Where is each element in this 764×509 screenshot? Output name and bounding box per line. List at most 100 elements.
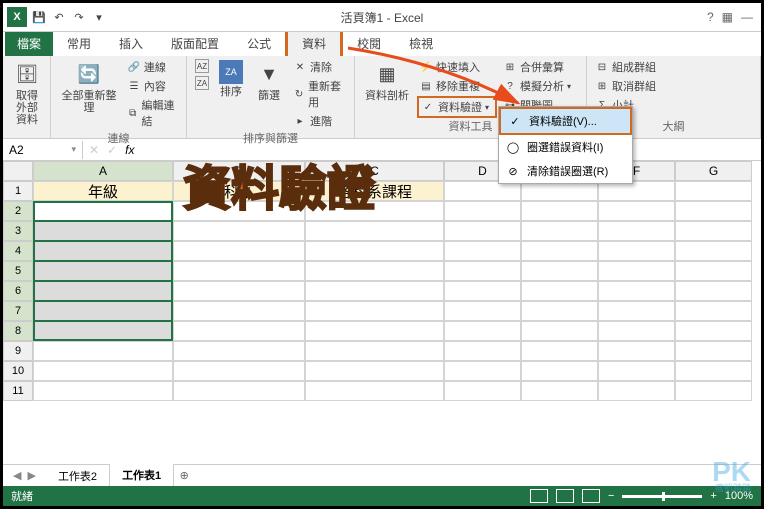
col-header-A[interactable]: A — [33, 161, 173, 181]
cell[interactable] — [305, 241, 444, 261]
col-header-C[interactable]: C — [305, 161, 444, 181]
cell[interactable] — [521, 301, 598, 321]
clear-filter-button[interactable]: ✕清除 — [291, 58, 348, 76]
remove-duplicates-button[interactable]: ▤移除重複 — [417, 77, 497, 95]
connections-button[interactable]: 🔗連線 — [125, 58, 180, 76]
row-header[interactable]: 9 — [3, 341, 33, 361]
sheet-tab[interactable]: 工作表2 — [46, 465, 110, 487]
cell[interactable] — [598, 361, 675, 381]
filter-button[interactable]: ▼ 篩選 — [251, 58, 287, 130]
cell[interactable] — [33, 221, 173, 241]
cell[interactable] — [305, 361, 444, 381]
cell[interactable] — [444, 281, 521, 301]
sheet-tab[interactable]: 工作表1 — [110, 464, 174, 488]
redo-icon[interactable]: ↷ — [71, 9, 87, 25]
cell[interactable] — [444, 201, 521, 221]
sheet-nav[interactable]: ◀▶ — [3, 469, 46, 482]
cell[interactable] — [444, 301, 521, 321]
cell[interactable]: 年級 — [33, 181, 173, 201]
cell[interactable] — [598, 201, 675, 221]
cell[interactable] — [521, 361, 598, 381]
cell[interactable] — [598, 241, 675, 261]
tab-insert[interactable]: 插入 — [105, 31, 157, 56]
ungroup-button[interactable]: ⊞取消群組 — [593, 77, 683, 95]
cell[interactable] — [305, 301, 444, 321]
properties-button[interactable]: ☰內容 — [125, 77, 180, 95]
cell[interactable] — [675, 341, 752, 361]
select-all-corner[interactable] — [3, 161, 33, 181]
cell[interactable] — [444, 361, 521, 381]
data-validation-button[interactable]: ✓資料驗證▾ — [417, 96, 497, 118]
cell[interactable] — [675, 261, 752, 281]
cell[interactable] — [675, 301, 752, 321]
cell[interactable] — [598, 181, 675, 201]
cell[interactable] — [173, 281, 305, 301]
flash-fill-button[interactable]: ⚡快速填入 — [417, 58, 497, 76]
ribbon-options-icon[interactable]: ▦ — [722, 10, 733, 24]
cell[interactable] — [173, 241, 305, 261]
cell[interactable] — [305, 341, 444, 361]
dropdown-item-circle-invalid[interactable]: ◯ 圈選錯誤資料(I) — [499, 135, 632, 159]
tab-home[interactable]: 常用 — [53, 31, 105, 56]
edit-links-button[interactable]: ⧉編輯連結 — [125, 96, 180, 130]
cell[interactable] — [521, 341, 598, 361]
zoom-out-icon[interactable]: − — [608, 490, 614, 502]
dropdown-item-validation[interactable]: ✓ 資料驗證(V)... — [499, 107, 632, 135]
cell[interactable] — [33, 241, 173, 261]
row-header[interactable]: 2 — [3, 201, 33, 221]
cell[interactable] — [173, 361, 305, 381]
tab-view[interactable]: 檢視 — [395, 31, 447, 56]
row-header[interactable]: 3 — [3, 221, 33, 241]
help-icon[interactable]: ? — [707, 10, 714, 24]
qat-dropdown-icon[interactable]: ▾ — [91, 9, 107, 25]
cell[interactable] — [173, 221, 305, 241]
advanced-button[interactable]: ▸進階 — [291, 112, 348, 130]
tab-data[interactable]: 資料 — [285, 28, 343, 56]
row-header[interactable]: 10 — [3, 361, 33, 381]
cell[interactable] — [444, 221, 521, 241]
cell[interactable] — [305, 381, 444, 401]
cell[interactable] — [675, 241, 752, 261]
cell[interactable] — [444, 321, 521, 341]
sort-asc-button[interactable]: AZ — [193, 58, 211, 74]
cell[interactable] — [598, 221, 675, 241]
cell[interactable] — [675, 321, 752, 341]
row-header[interactable]: 4 — [3, 241, 33, 261]
cell[interactable] — [33, 301, 173, 321]
tab-formulas[interactable]: 公式 — [233, 31, 285, 56]
cell[interactable] — [521, 321, 598, 341]
cell[interactable] — [521, 241, 598, 261]
view-pagebreak-icon[interactable] — [582, 489, 600, 503]
cell[interactable] — [173, 201, 305, 221]
cell[interactable] — [33, 321, 173, 341]
cell[interactable]: 各科系課程 — [305, 181, 444, 201]
cell[interactable] — [675, 361, 752, 381]
dropdown-item-clear-circles[interactable]: ⊘ 清除錯誤圈選(R) — [499, 159, 632, 183]
cell[interactable] — [444, 181, 521, 201]
cell[interactable] — [598, 321, 675, 341]
cell[interactable] — [33, 341, 173, 361]
sort-desc-button[interactable]: ZA — [193, 75, 211, 91]
cell[interactable] — [598, 341, 675, 361]
cell[interactable] — [444, 261, 521, 281]
add-sheet-button[interactable]: ⊕ — [174, 469, 194, 482]
cell[interactable] — [173, 381, 305, 401]
cell[interactable] — [521, 201, 598, 221]
row-header[interactable]: 5 — [3, 261, 33, 281]
cell[interactable] — [675, 281, 752, 301]
cell[interactable] — [521, 261, 598, 281]
col-header-B[interactable]: B — [173, 161, 305, 181]
nav-prev-icon[interactable]: ◀ — [13, 469, 21, 482]
sort-button[interactable]: ZA 排序 — [215, 58, 247, 130]
cell[interactable] — [305, 321, 444, 341]
cell[interactable] — [305, 281, 444, 301]
cell[interactable] — [33, 281, 173, 301]
cell[interactable] — [33, 201, 173, 221]
cell[interactable] — [521, 181, 598, 201]
tab-review[interactable]: 校閱 — [343, 31, 395, 56]
zoom-slider[interactable] — [622, 495, 702, 498]
minimize-icon[interactable]: — — [741, 10, 753, 24]
view-layout-icon[interactable] — [556, 489, 574, 503]
whatif-button[interactable]: ?模擬分析▾ — [501, 77, 577, 95]
cell[interactable] — [305, 201, 444, 221]
